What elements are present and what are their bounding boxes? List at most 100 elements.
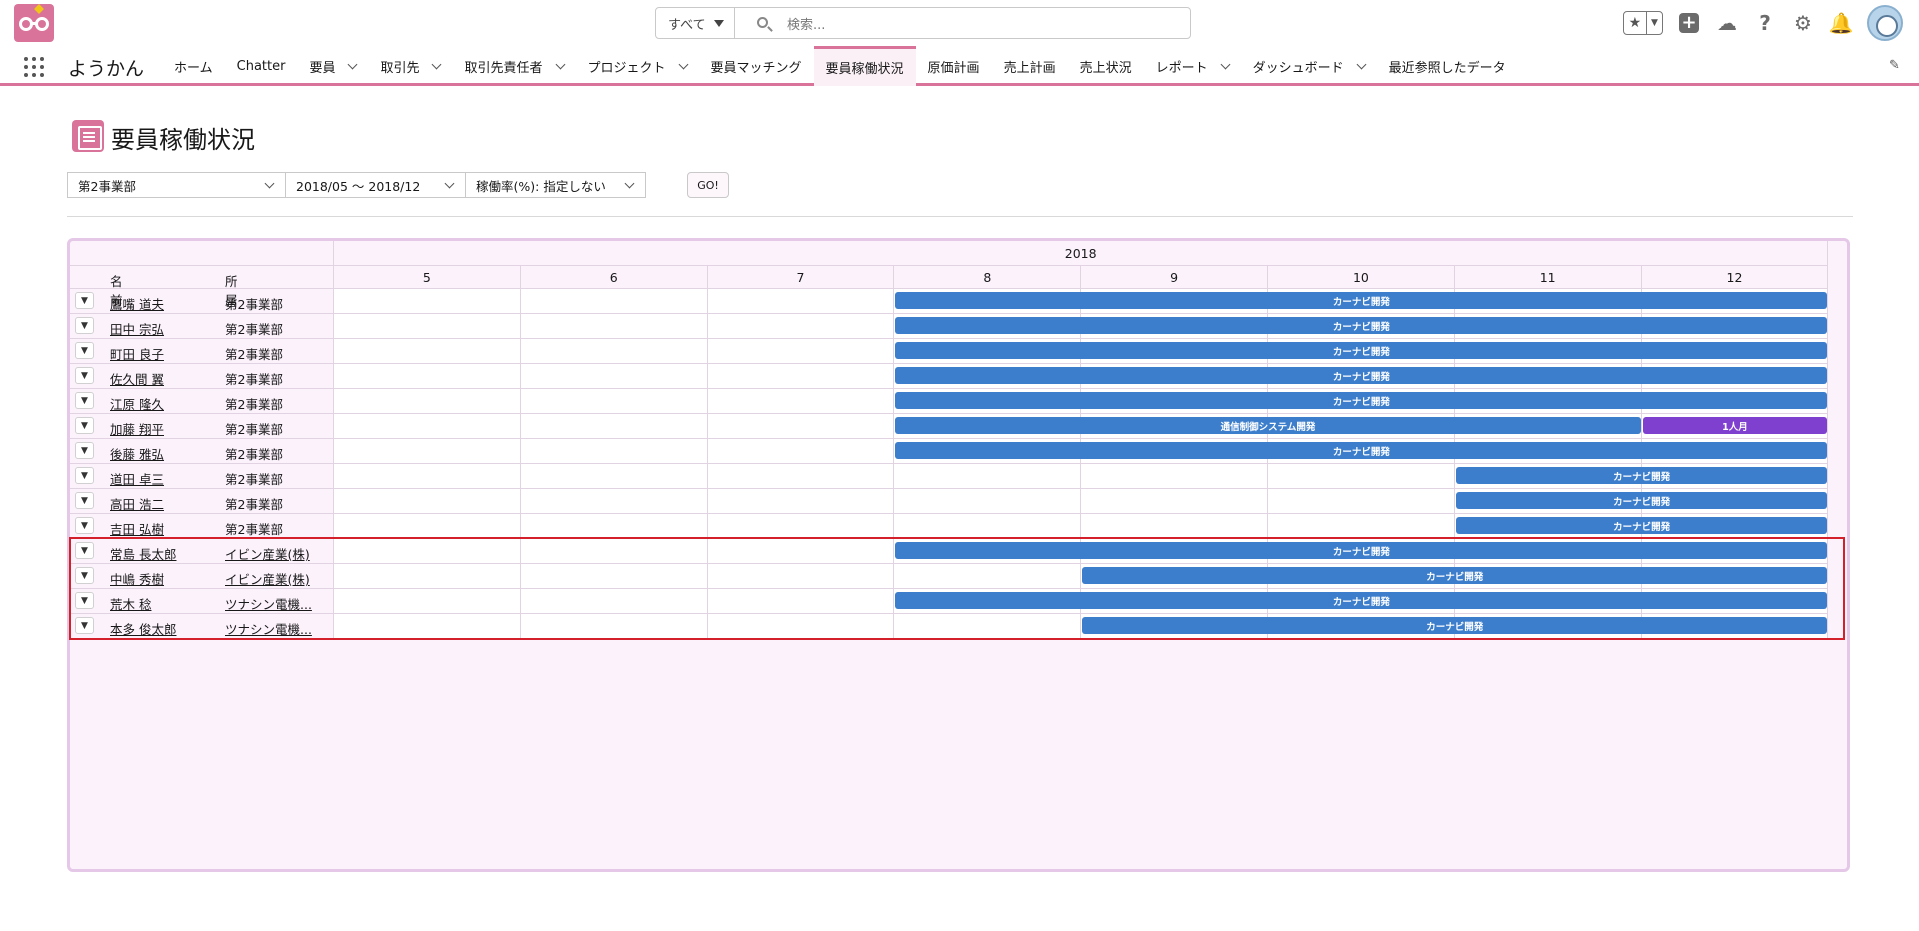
- tab-12[interactable]: ダッシュボード: [1241, 46, 1377, 86]
- app-launcher-icon[interactable]: [24, 57, 44, 77]
- month-header: 6: [520, 266, 708, 289]
- assignment-bar[interactable]: カーナビ開発: [895, 367, 1828, 384]
- assignment-bar[interactable]: 1人月: [1642, 417, 1828, 434]
- assignment-bar[interactable]: カーナビ開発: [895, 442, 1828, 459]
- month-cell: [520, 289, 708, 314]
- member-name-link[interactable]: 鷹嘴 道夫: [110, 294, 220, 313]
- go-button[interactable]: GO!: [687, 172, 729, 198]
- row-expand-button[interactable]: ▼: [75, 317, 94, 334]
- month-cell: [707, 389, 895, 414]
- month-cell: [1268, 489, 1455, 514]
- month-cell: [520, 339, 708, 364]
- month-cell: [334, 414, 521, 439]
- trailhead-icon[interactable]: ☁: [1715, 11, 1739, 35]
- search-placeholder: 検索...: [787, 17, 826, 33]
- search-input[interactable]: 検索...: [734, 7, 1191, 39]
- chevron-down-icon[interactable]: [1220, 59, 1231, 69]
- avatar[interactable]: [1867, 5, 1903, 41]
- tab-7[interactable]: 要員稼働状況: [813, 46, 916, 86]
- tab-1[interactable]: Chatter: [225, 46, 298, 86]
- gear-icon[interactable]: ⚙: [1791, 11, 1815, 35]
- member-name-link[interactable]: 加藤 翔平: [110, 419, 220, 438]
- tab-0[interactable]: ホーム: [162, 46, 225, 86]
- global-header: すべて 検索... ★ ▼ + ☁ ? ⚙ 🔔: [0, 0, 1919, 46]
- chevron-down-icon[interactable]: [555, 59, 565, 69]
- row-expand-button[interactable]: ▼: [75, 367, 94, 384]
- row-expand-button[interactable]: ▼: [75, 417, 94, 434]
- row-expand-button[interactable]: ▼: [75, 442, 94, 459]
- tab-6[interactable]: 要員マッチング: [699, 46, 814, 86]
- row-expand-button[interactable]: ▼: [75, 292, 94, 309]
- chevron-down-icon: [444, 178, 455, 189]
- app-logo[interactable]: [14, 4, 54, 42]
- department-select[interactable]: 第2事業部: [67, 172, 286, 198]
- period-select[interactable]: 2018/05 ～ 2018/12: [286, 172, 466, 198]
- chevron-down-icon[interactable]: [1356, 59, 1367, 69]
- search-scope-select[interactable]: すべて: [655, 7, 735, 39]
- row-expand-button[interactable]: ▼: [75, 517, 94, 534]
- page-icon: [72, 120, 104, 152]
- row-expand-button[interactable]: ▼: [75, 342, 94, 359]
- month-cell: [334, 464, 521, 489]
- month-cell: [707, 339, 895, 364]
- favorites-button[interactable]: ★ ▼: [1623, 11, 1663, 35]
- utilization-select[interactable]: 稼働率(%): 指定しない: [466, 172, 646, 198]
- tab-label: 売上計画: [1003, 60, 1056, 76]
- month-cell: [520, 464, 708, 489]
- member-name-link[interactable]: 町田 良子: [110, 344, 220, 363]
- assignment-bar[interactable]: カーナビ開発: [895, 317, 1828, 334]
- month-header: 12: [1641, 266, 1829, 289]
- member-name-link[interactable]: 江原 隆久: [110, 394, 220, 413]
- global-actions-button[interactable]: +: [1677, 11, 1701, 35]
- member-name-link[interactable]: 後藤 雅弘: [110, 444, 220, 463]
- glasses-lens: [35, 17, 49, 31]
- member-name-link[interactable]: 道田 卓三: [110, 469, 220, 488]
- chevron-down-icon[interactable]: [348, 59, 358, 69]
- row-expand-button[interactable]: ▼: [75, 492, 94, 509]
- assignment-bar[interactable]: カーナビ開発: [1455, 467, 1828, 484]
- tab-11[interactable]: レポート: [1144, 46, 1241, 86]
- assignment-bar[interactable]: 通信制御システム開発: [895, 417, 1641, 434]
- tab-3[interactable]: 取引先: [368, 46, 452, 86]
- assignment-bar[interactable]: カーナビ開発: [1455, 517, 1828, 534]
- bell-icon[interactable]: 🔔: [1829, 11, 1854, 35]
- tab-9[interactable]: 売上計画: [992, 46, 1068, 86]
- favorites-dropdown-icon[interactable]: ▼: [1647, 12, 1662, 34]
- month-cell: [707, 314, 895, 339]
- search-icon: [757, 17, 768, 28]
- tab-4[interactable]: 取引先責任者: [452, 46, 575, 86]
- assignment-bar[interactable]: カーナビ開発: [1455, 492, 1828, 509]
- month-cell: [1081, 464, 1268, 489]
- tab-13[interactable]: 最近参照したデータ: [1377, 46, 1518, 86]
- month-cell: [707, 464, 895, 489]
- nav-tabs: ホーム Chatter 要員 取引先 取引先責任者 プロジェクト 要員マッチング 要員稼働状況…: [162, 46, 1518, 86]
- member-name-link[interactable]: 佐久間 翼: [110, 369, 220, 388]
- assignment-bar[interactable]: カーナビ開発: [895, 392, 1828, 409]
- star-icon[interactable]: ★: [1624, 12, 1647, 34]
- member-dept: 第2事業部: [225, 372, 283, 387]
- tab-2[interactable]: 要員: [297, 46, 368, 86]
- plus-icon: +: [1679, 13, 1699, 33]
- chevron-down-icon[interactable]: [432, 59, 442, 69]
- row-expand-button[interactable]: ▼: [75, 467, 94, 484]
- chevron-down-icon[interactable]: [678, 59, 688, 69]
- spark-icon: [34, 4, 44, 14]
- edit-nav-icon[interactable]: ✎: [1889, 58, 1903, 73]
- tab-5[interactable]: プロジェクト: [576, 46, 699, 86]
- month-cell: [334, 514, 521, 539]
- member-name-link[interactable]: 田中 宗弘: [110, 319, 220, 338]
- month-header: 8: [894, 266, 1082, 289]
- assignment-bar[interactable]: カーナビ開発: [895, 342, 1828, 359]
- highlight-box: [69, 537, 1846, 640]
- member-dept: 第2事業部: [225, 422, 283, 437]
- row-expand-button[interactable]: ▼: [75, 392, 94, 409]
- chevron-down-icon: [624, 178, 635, 189]
- member-name-link[interactable]: 高田 浩二: [110, 494, 220, 513]
- month-header: 10: [1268, 266, 1455, 289]
- tab-8[interactable]: 原価計画: [916, 46, 992, 86]
- tab-10[interactable]: 売上状況: [1068, 46, 1144, 86]
- member-name-link[interactable]: 吉田 弘樹: [110, 519, 220, 538]
- month-cell: [520, 489, 708, 514]
- assignment-bar[interactable]: カーナビ開発: [895, 292, 1828, 309]
- help-icon[interactable]: ?: [1753, 11, 1777, 35]
